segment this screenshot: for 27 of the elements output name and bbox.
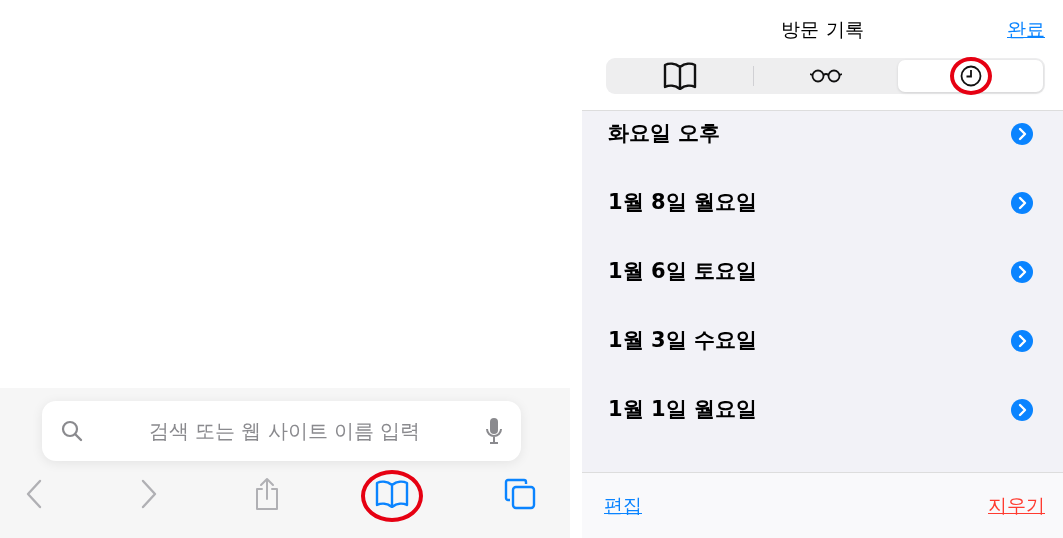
search-bar[interactable]: 검색 또는 웹 사이트 이름 입력 xyxy=(42,401,521,461)
chevron-icon[interactable] xyxy=(1011,191,1033,214)
microphone-icon[interactable] xyxy=(485,417,503,445)
done-link[interactable]: 완료 xyxy=(1007,14,1045,44)
glasses-icon xyxy=(810,69,842,83)
chevron-icon[interactable] xyxy=(1011,260,1033,283)
history-group-label[interactable]: 1월 6일 토요일 xyxy=(608,255,757,288)
clock-icon xyxy=(959,65,982,87)
book-icon xyxy=(375,480,409,508)
share-icon xyxy=(254,477,280,511)
highlight-circle xyxy=(361,469,423,522)
forward-icon xyxy=(139,479,159,509)
search-icon xyxy=(60,419,84,443)
history-group-label[interactable]: 화요일 오후 xyxy=(608,117,721,150)
segment-tab[interactable] xyxy=(898,60,1043,92)
book-icon xyxy=(663,62,698,90)
search-field[interactable]: 검색 또는 웹 사이트 이름 입력 xyxy=(84,415,485,447)
chevron-icon[interactable] xyxy=(1011,122,1033,145)
chevron-icon[interactable] xyxy=(1011,398,1033,421)
chevron-icon[interactable] xyxy=(1011,329,1033,352)
history-group-label[interactable]: 1월 1일 월요일 xyxy=(608,393,757,426)
highlight-circle xyxy=(949,57,992,95)
history-group-label[interactable]: 1월 8일 월요일 xyxy=(608,186,757,219)
history-group-label[interactable]: 1월 3일 수요일 xyxy=(608,324,757,357)
sheet-title: 방문 기록 xyxy=(781,17,864,40)
tabs-icon xyxy=(504,478,536,510)
back-icon xyxy=(24,479,44,509)
